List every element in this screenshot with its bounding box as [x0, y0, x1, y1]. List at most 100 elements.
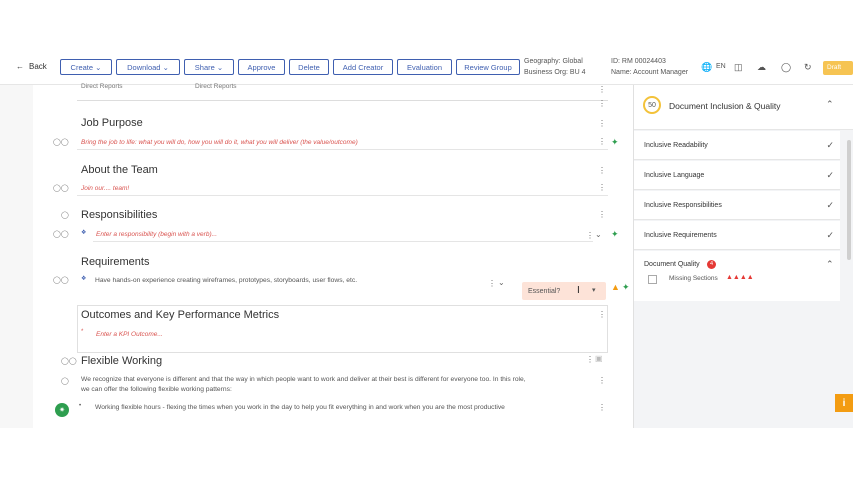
outcome-placeholder[interactable]: Enter a KPI Outcome...: [96, 331, 163, 338]
caret-down-icon: ▾: [592, 287, 596, 294]
more-options-icon[interactable]: ⋮: [488, 279, 496, 288]
history-icon[interactable]: ↻: [804, 62, 812, 73]
collapse-icon[interactable]: ⌃: [826, 99, 834, 110]
check-icon: ✓: [826, 200, 834, 210]
more-options-icon[interactable]: ⋮: [586, 231, 594, 240]
help-icon[interactable]: ◯: [61, 211, 69, 219]
arrow-left-icon: ←: [16, 62, 24, 71]
check-icon: ✓: [826, 170, 834, 180]
inclusive-responsibilities-item[interactable]: Inclusive Responsibilities ✓: [634, 191, 840, 220]
back-button[interactable]: ← Back: [16, 62, 47, 71]
download-button[interactable]: Download ⌄: [116, 59, 180, 75]
bullet-marker: •: [79, 403, 82, 409]
hint-help-icons[interactable]: ◯◯: [53, 138, 69, 146]
quality-score: 50: [643, 96, 661, 114]
panel-title: Document Inclusion & Quality: [669, 101, 781, 111]
hint-help-icons[interactable]: ◯◯: [53, 230, 69, 238]
help-icon[interactable]: ◯: [61, 377, 69, 385]
more-options-icon[interactable]: ⋮: [598, 137, 606, 146]
flexible-bullet-item: Working flexible hours - flexing the tim…: [95, 404, 505, 411]
hint-help-icons[interactable]: ◯◯: [53, 276, 69, 284]
flexible-paragraph-1: We recognize that everyone is different …: [81, 376, 526, 383]
required-marker: *: [81, 329, 84, 335]
missing-sections-checkbox[interactable]: [648, 275, 657, 284]
magic-wand-icon[interactable]: ✦: [611, 137, 619, 148]
cloud-upload-icon[interactable]: ☁: [757, 62, 766, 73]
quality-panel-header[interactable]: 50 Document Inclusion & Quality ⌃: [634, 85, 853, 130]
more-options-icon[interactable]: ⋮: [598, 310, 606, 319]
direct-reports-value: Direct Reports: [195, 83, 237, 90]
chevron-down-icon: ⌄: [162, 62, 169, 72]
issue-count-badge: 4: [707, 260, 716, 269]
more-options-icon[interactable]: ⋮: [598, 376, 606, 385]
about-team-input[interactable]: [77, 183, 608, 196]
warning-icon: ▲: [611, 282, 620, 292]
globe-icon[interactable]: 🌐: [701, 62, 712, 73]
outcomes-heading: Outcomes and Key Performance Metrics: [81, 309, 280, 321]
warning-icon: ▲▲▲▲: [726, 274, 754, 281]
magic-wand-icon[interactable]: ✦: [622, 282, 630, 293]
text-cursor-icon: I: [577, 285, 580, 296]
missing-sections-label: Missing Sections: [669, 275, 718, 282]
requirements-heading: Requirements: [81, 256, 150, 268]
lightbulb-icon[interactable]: ◯: [781, 62, 791, 73]
job-purpose-heading: Job Purpose: [81, 117, 143, 129]
inclusive-readability-item[interactable]: Inclusive Readability ✓: [634, 131, 840, 160]
more-options-icon[interactable]: ⋮: [598, 99, 606, 108]
chevron-up-icon[interactable]: ⌃: [826, 259, 834, 270]
info-icon[interactable]: i: [835, 394, 853, 412]
lock-icon: ▣: [595, 354, 603, 363]
toolbar: ← Back Create ⌄ Download ⌄ Share ⌄ Appro…: [0, 52, 853, 85]
document-quality-section[interactable]: Document Quality 4 ⌃ Missing Sections ▲▲…: [634, 251, 840, 301]
document-editor: Direct Reports Direct Reports ⋮ ⋮ Job Pu…: [33, 83, 633, 428]
more-options-icon[interactable]: ⋮: [598, 210, 606, 219]
magic-wand-icon[interactable]: ✦: [611, 229, 619, 240]
chevron-down-icon: ⌄: [216, 62, 224, 72]
hint-help-icons[interactable]: ◯◯: [61, 357, 77, 365]
flexible-working-heading: Flexible Working: [81, 355, 163, 367]
check-icon: ✓: [826, 140, 834, 150]
drag-handle-icon[interactable]: ❖: [81, 275, 86, 282]
divider: [77, 100, 608, 101]
assistant-chat-icon[interactable]: ✷: [55, 403, 69, 417]
geography-info: Geography: Global Business Org: BU 4: [524, 58, 586, 76]
drag-handle-icon[interactable]: ❖: [81, 229, 86, 236]
more-options-icon[interactable]: ⋮: [598, 183, 606, 192]
job-purpose-placeholder: Bring the job to life: what you will do,…: [81, 139, 358, 146]
inclusive-language-item[interactable]: Inclusive Language ✓: [634, 161, 840, 190]
flexible-paragraph-2: we can offer the following flexible work…: [81, 386, 232, 393]
responsibility-placeholder: Enter a responsibility (begin with a ver…: [96, 231, 218, 238]
delete-button[interactable]: Delete: [289, 59, 329, 75]
requirement-item[interactable]: Have hands-on experience creating wirefr…: [95, 276, 357, 286]
inclusive-requirements-item[interactable]: Inclusive Requirements ✓: [634, 221, 840, 250]
more-options-icon[interactable]: ⋮: [598, 403, 606, 412]
check-icon: ✓: [826, 230, 834, 240]
responsibilities-heading: Responsibilities: [81, 209, 158, 221]
chevron-down-icon: ⌄: [95, 62, 102, 72]
more-options-icon[interactable]: ⋮: [598, 85, 606, 94]
chevron-down-icon[interactable]: ⌄: [498, 278, 505, 287]
document-quality-label: Document Quality: [644, 261, 700, 268]
create-button[interactable]: Create ⌄: [60, 59, 112, 75]
more-options-icon[interactable]: ⋮: [586, 355, 594, 364]
chevron-down-icon[interactable]: ⌄: [595, 230, 602, 239]
direct-reports-label: Direct Reports: [81, 83, 123, 90]
app-frame: ← Back Create ⌄ Download ⌄ Share ⌄ Appro…: [0, 52, 853, 428]
about-team-heading: About the Team: [81, 164, 158, 176]
hint-help-icons[interactable]: ◯◯: [53, 184, 69, 192]
document-id-info: ID: RM 00024403 Name: Account Manager: [611, 58, 689, 76]
essential-select[interactable]: Essential? I ▾: [522, 282, 606, 300]
more-options-icon[interactable]: ⋮: [598, 166, 606, 175]
review-group-button[interactable]: Review Group: [456, 59, 520, 75]
quality-panel: 50 Document Inclusion & Quality ⌃ Inclus…: [633, 85, 853, 428]
evaluation-button[interactable]: Evaluation: [397, 59, 452, 75]
approve-button[interactable]: Approve: [238, 59, 285, 75]
about-team-placeholder: Join our.... team!: [81, 185, 130, 192]
language-label[interactable]: EN: [716, 63, 726, 70]
more-options-icon[interactable]: ⋮: [598, 119, 606, 128]
status-badge: Draft: [823, 61, 853, 75]
panel-scrollbar[interactable]: [847, 140, 851, 260]
add-creator-button[interactable]: Add Creator: [333, 59, 393, 75]
share-button[interactable]: Share ⌄: [184, 59, 234, 75]
database-settings-icon[interactable]: ◫: [734, 62, 743, 73]
